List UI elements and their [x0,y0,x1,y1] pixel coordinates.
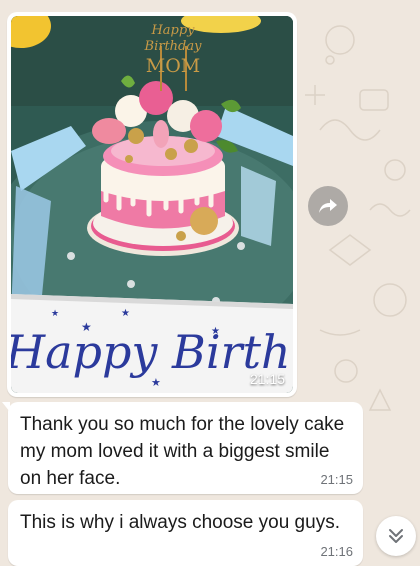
banner-text: Happy Birth [11,325,291,379]
svg-text:★: ★ [121,308,130,319]
cake-photo-illustration: Happy Birthday MOM Happy Birth ★ ★ ★ ★ ★ [11,16,293,393]
double-chevron-down-icon [389,529,403,543]
svg-text:★: ★ [51,308,59,318]
svg-text:★: ★ [81,320,92,334]
topper-line1: Happy [150,23,195,38]
message-text-1: Thank you so much for the lovely cake my… [20,414,345,489]
message-text-2: This is why i always choose you guys. [20,512,340,533]
image-message-bubble[interactable]: Happy Birthday MOM Happy Birth ★ ★ ★ ★ ★… [7,12,297,397]
image-timestamp: 21:15 [249,371,285,387]
topper-line2: Birthday [144,39,203,54]
message-timestamp-2: 21:16 [320,544,353,559]
text-message-bubble-1[interactable]: Thank you so much for the lovely cake my… [2,402,363,494]
scroll-to-bottom-button[interactable] [376,516,416,556]
forward-button[interactable] [308,186,348,226]
cake-photo[interactable]: Happy Birthday MOM Happy Birth ★ ★ ★ ★ ★… [11,16,293,393]
forward-arrow-icon [319,199,337,213]
svg-text:★: ★ [211,326,220,337]
svg-text:★: ★ [151,377,161,389]
text-message-bubble-2[interactable]: This is why i always choose you guys. 21… [8,500,363,566]
topper-line3: MOM [146,55,201,77]
message-timestamp-1: 21:15 [320,472,353,487]
